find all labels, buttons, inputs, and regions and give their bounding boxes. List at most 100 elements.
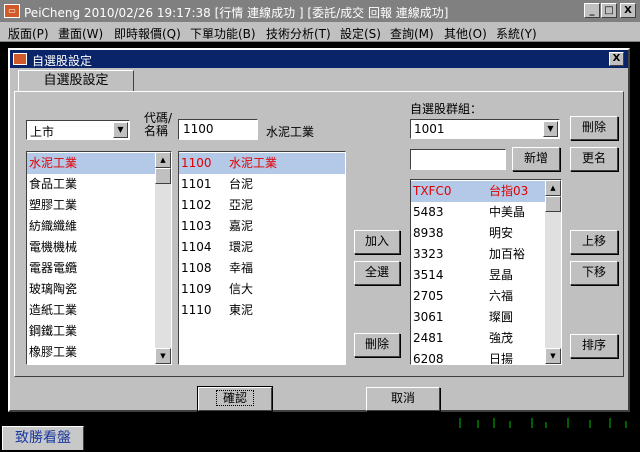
- market-select-value: 上市: [30, 125, 55, 139]
- brand-tab[interactable]: 致勝看盤: [2, 426, 84, 450]
- rename-group-button[interactable]: 更名: [570, 147, 618, 171]
- scroll-down-icon[interactable]: ▼: [155, 348, 171, 364]
- chevron-down-icon[interactable]: ▼: [543, 121, 558, 137]
- menu-system[interactable]: 系統(Y): [496, 25, 537, 42]
- list-item[interactable]: 1108 幸福: [179, 258, 345, 279]
- list-item[interactable]: 6208 日揚: [411, 349, 545, 364]
- list-item[interactable]: 1101 台泥: [179, 174, 345, 195]
- new-group-button[interactable]: 新增: [512, 147, 560, 171]
- move-down-button[interactable]: 下移: [570, 261, 618, 285]
- code-input[interactable]: 1100: [178, 119, 258, 140]
- close-button[interactable]: X: [620, 3, 636, 18]
- list-item[interactable]: 1104 環泥: [179, 237, 345, 258]
- list-item[interactable]: 1103 嘉泥: [179, 216, 345, 237]
- stock-code: 1100: [181, 156, 212, 170]
- list-item[interactable]: 造紙工業: [27, 300, 155, 321]
- list-item[interactable]: 1109 信大: [179, 279, 345, 300]
- watch-code: 8938: [413, 226, 444, 240]
- category-list-scrollbar[interactable]: ▲ ▼: [155, 152, 171, 364]
- app-icon[interactable]: ▭: [4, 4, 20, 18]
- list-item[interactable]: 玻璃陶瓷: [27, 279, 155, 300]
- category-name: 水泥工業: [29, 156, 78, 170]
- scrollbar-thumb[interactable]: [545, 196, 561, 212]
- remove-button[interactable]: 刪除: [354, 333, 400, 357]
- list-item[interactable]: 電器電纜: [27, 258, 155, 279]
- scroll-up-icon[interactable]: ▲: [545, 180, 561, 196]
- watch-name: 加百裕: [489, 247, 526, 261]
- category-list[interactable]: 水泥工業 食品工業 塑膠工業 紡織纖維 電機機械 電器電纜 玻璃陶瓷 造紙工業 …: [26, 151, 172, 365]
- sort-button[interactable]: 排序: [570, 334, 618, 358]
- list-item[interactable]: 水泥工業: [27, 153, 155, 174]
- stock-name: 信大: [229, 282, 254, 296]
- list-item[interactable]: 紡織纖維: [27, 216, 155, 237]
- app-titlebar: ▭ PeiCheng 2010/02/26 19:17:38 [行情 連線成功 …: [0, 0, 640, 22]
- dialog-title: 自選股設定: [32, 54, 93, 68]
- menu-other[interactable]: 其他(O): [444, 25, 487, 42]
- list-item[interactable]: 3514 昱晶: [411, 265, 545, 286]
- list-item[interactable]: 1110 東泥: [179, 300, 345, 321]
- watch-code: 2705: [413, 289, 444, 303]
- list-item[interactable]: 8938 明安: [411, 223, 545, 244]
- list-item[interactable]: 鋼鐵工業: [27, 321, 155, 342]
- market-select[interactable]: 上市 ▼: [26, 120, 130, 140]
- minimize-button[interactable]: _: [584, 3, 600, 18]
- stock-code: 1109: [181, 282, 212, 296]
- menu-order[interactable]: 下單功能(B): [190, 25, 256, 42]
- list-item[interactable]: 2705 六福: [411, 286, 545, 307]
- scroll-up-icon[interactable]: ▲: [155, 152, 171, 168]
- watch-code: 3514: [413, 268, 444, 282]
- menu-view[interactable]: 畫面(W): [58, 25, 103, 42]
- list-item[interactable]: 橡膠工業: [27, 342, 155, 363]
- watchlist-scrollbar[interactable]: ▲ ▼: [545, 180, 561, 364]
- tab-watchlist-settings[interactable]: 自選股設定: [18, 70, 134, 92]
- list-item[interactable]: 5483 中美晶: [411, 202, 545, 223]
- list-item[interactable]: TXFC0 台指03: [411, 181, 545, 202]
- stock-code: 1104: [181, 240, 212, 254]
- menu-query[interactable]: 查詢(M): [390, 25, 434, 42]
- watch-code: TXFC0: [413, 184, 452, 198]
- app-title: PeiCheng 2010/02/26 19:17:38 [行情 連線成功 ] …: [24, 6, 449, 20]
- list-item[interactable]: 1100 水泥工業: [179, 153, 345, 174]
- watchlist-settings-dialog: 自選股設定 X 自選股設定 上市 ▼ 代碼/ 名稱 1100 水泥工業 自選股群…: [8, 48, 630, 412]
- watch-code: 3323: [413, 247, 444, 261]
- list-item[interactable]: 1102 亞泥: [179, 195, 345, 216]
- menu-technical[interactable]: 技術分析(T): [266, 25, 331, 42]
- stock-name: 台泥: [229, 177, 254, 191]
- group-select[interactable]: 1001 ▼: [410, 119, 560, 139]
- watch-name: 六福: [489, 289, 514, 303]
- list-item[interactable]: 3323 加百裕: [411, 244, 545, 265]
- menu-layout[interactable]: 版面(P): [8, 25, 49, 42]
- list-item[interactable]: 2481 強茂: [411, 328, 545, 349]
- dialog-icon: [13, 53, 27, 65]
- stock-list[interactable]: 1100 水泥工業 1101 台泥 1102 亞泥 1103 嘉泥 1104 環泥 110…: [178, 151, 346, 365]
- maximize-button[interactable]: □: [601, 3, 617, 18]
- watchlist-list[interactable]: TXFC0 台指03 5483 中美晶 8938 明安 3323 加百裕 3514 昱晶 …: [410, 179, 562, 365]
- delete-group-button[interactable]: 刪除: [570, 116, 618, 140]
- move-up-button[interactable]: 上移: [570, 230, 618, 254]
- new-group-input[interactable]: [410, 149, 506, 170]
- chevron-down-icon[interactable]: ▼: [113, 122, 128, 138]
- watch-name: 璨圓: [489, 310, 514, 324]
- category-name: 紡織纖維: [29, 219, 78, 233]
- stock-name: 嘉泥: [229, 219, 254, 233]
- ok-button[interactable]: 確認: [197, 386, 273, 412]
- stock-name: 幸福: [229, 261, 254, 275]
- watch-code: 3061: [413, 310, 444, 324]
- menu-quotes[interactable]: 即時報價(Q): [114, 25, 181, 42]
- scroll-down-icon[interactable]: ▼: [545, 348, 561, 364]
- scrollbar-thumb[interactable]: [155, 168, 171, 184]
- category-name: 食品工業: [29, 177, 78, 191]
- list-item[interactable]: 塑膠工業: [27, 195, 155, 216]
- watch-name: 中美晶: [489, 205, 526, 219]
- code-input-value: 1100: [183, 122, 214, 136]
- list-item[interactable]: 食品工業: [27, 174, 155, 195]
- dialog-close-button[interactable]: X: [609, 52, 624, 66]
- add-button[interactable]: 加入: [354, 230, 400, 254]
- list-item[interactable]: 3061 璨圓: [411, 307, 545, 328]
- group-label: 自選股群組：: [410, 102, 483, 116]
- menu-settings[interactable]: 設定(S): [340, 25, 381, 42]
- cancel-button[interactable]: 取消: [366, 387, 440, 411]
- select-all-button[interactable]: 全選: [354, 261, 400, 285]
- tick-marks: [459, 418, 627, 428]
- list-item[interactable]: 電機機械: [27, 237, 155, 258]
